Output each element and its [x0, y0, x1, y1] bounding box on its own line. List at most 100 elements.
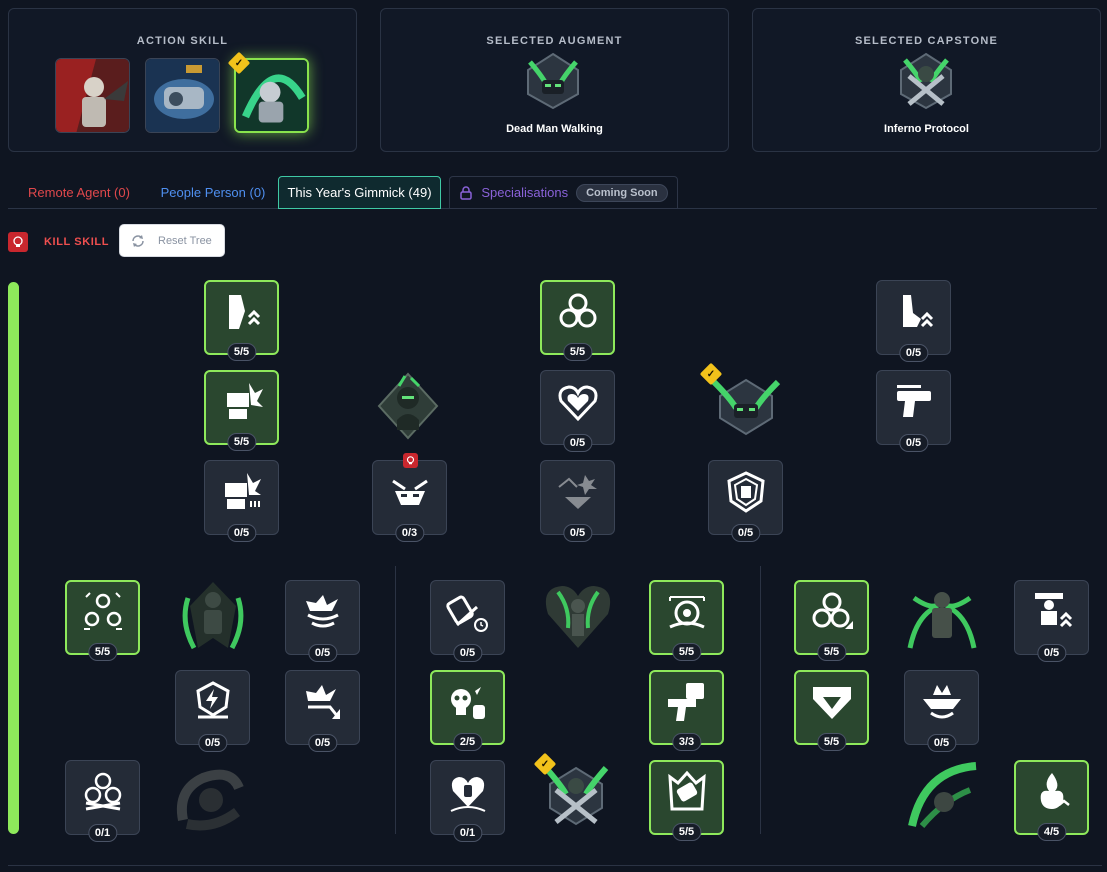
skill-node-flame-upgrade[interactable]: 4/5 [1014, 760, 1089, 841]
skill-node-burst-arrow[interactable]: 0/5 [285, 670, 360, 752]
skill-node-boot-upgrade[interactable]: 0/5 [876, 280, 951, 362]
masked-face-icon [391, 479, 428, 505]
reset-tree-button[interactable]: Reset Tree [119, 224, 225, 257]
skill-node-fist-badge[interactable]: 0/5 [708, 460, 783, 542]
skill-node-biohazard-skull[interactable]: 0/1 [65, 760, 140, 842]
heart-shield-icon [558, 385, 597, 421]
grenade-crown-icon [667, 770, 706, 811]
skill-node-pistol-fist[interactable]: 3/3 [649, 670, 724, 751]
tree-bottom-divider [8, 865, 1102, 866]
tab-people-person[interactable]: People Person (0) [148, 176, 278, 209]
skill-points: 5/5 [816, 733, 847, 751]
arm-upgrade-icon [228, 294, 260, 329]
branch-divider-right [760, 566, 761, 834]
figure-emblem-right-icon[interactable] [904, 578, 980, 654]
swirl-emblem-icon[interactable] [173, 760, 249, 832]
coming-soon-badge: Coming Soon [576, 183, 668, 202]
fist-badge-icon [726, 470, 765, 513]
slash-emblem-icon[interactable] [904, 760, 980, 832]
tab-specialisations[interactable]: Specialisations Coming Soon [449, 176, 678, 209]
skill-node-fist-ammo[interactable]: 0/5 [204, 460, 279, 542]
kill-skill-badge [402, 453, 418, 468]
skill-node-fist-impact[interactable]: 5/5 [204, 370, 279, 451]
burst-swirl-icon [305, 594, 339, 628]
head-emblem-icon[interactable] [375, 370, 441, 440]
skill-points: 0/3 [394, 524, 425, 542]
fist-ammo-icon [224, 472, 261, 509]
skill-node-explosion-chevron[interactable]: 0/5 [540, 460, 615, 542]
tab-remote-agent[interactable]: Remote Agent (0) [14, 176, 144, 209]
skill-points: 0/5 [562, 524, 593, 542]
flame-upgrade-icon [1040, 772, 1070, 809]
skill-node-arm-upgrade[interactable]: 5/5 [204, 280, 279, 361]
skill-node-masked-face[interactable]: 0/3 [372, 453, 447, 542]
skill-node-figure-upgrade[interactable]: 0/5 [1014, 580, 1089, 662]
skill-node-heart-shield[interactable]: 0/5 [540, 370, 615, 452]
crown-wings-icon [922, 684, 961, 719]
grenade-timer-icon [445, 595, 488, 632]
capstone-title: SELECTED CAPSTONE [854, 35, 999, 47]
skill-points: 0/5 [898, 344, 929, 362]
skill-points: 0/1 [452, 824, 483, 842]
skill-node-skull-grenade[interactable]: 2/5 [430, 670, 505, 751]
skill-node-grenade-crown[interactable]: 5/5 [649, 760, 724, 841]
branch-divider-left [395, 566, 396, 834]
skill-points: 5/5 [671, 643, 702, 661]
skill-node-triple-biohazard[interactable]: 5/5 [65, 580, 140, 661]
skill-points: 0/5 [226, 524, 257, 542]
skill-points: 0/5 [307, 734, 338, 752]
reset-tree-label: Reset Tree [158, 234, 212, 247]
skill-node-heart-bottle[interactable]: 0/1 [430, 760, 505, 842]
action-skill-blue[interactable] [145, 58, 220, 133]
skill-points: 0/5 [452, 644, 483, 662]
chevron-shield-icon [812, 686, 851, 719]
pistol-icon [896, 384, 931, 417]
skill-node-biohazard-arrow[interactable]: 5/5 [794, 580, 869, 661]
tab-gimmick-label: This Year's Gimmick (49) [287, 185, 432, 200]
tab-this-years-gimmick[interactable]: This Year's Gimmick (49) [278, 176, 441, 209]
tab-remote-agent-label: Remote Agent (0) [28, 185, 130, 200]
skill-node-grenade-timer[interactable]: 0/5 [430, 580, 505, 662]
figure-emblem-mid-icon[interactable] [540, 578, 616, 654]
skill-node-chevron-shield[interactable]: 5/5 [794, 670, 869, 751]
augment-emblem-tree-icon[interactable] [708, 372, 784, 442]
burst-arrow-icon [305, 684, 340, 719]
skill-node-crown-wings[interactable]: 0/5 [904, 670, 979, 752]
skill-points: 5/5 [87, 643, 118, 661]
augment-emblem-icon[interactable] [522, 50, 584, 112]
mine-icon [668, 595, 705, 629]
tree-progress-rail [8, 282, 19, 834]
explosion-chevron-icon [557, 474, 597, 509]
figure-emblem-left-icon[interactable] [176, 578, 250, 654]
skill-node-mine[interactable]: 5/5 [649, 580, 724, 661]
action-skill-red[interactable] [55, 58, 130, 133]
skill-points: 5/5 [562, 343, 593, 361]
kill-skill-icon [8, 232, 28, 252]
skill-points: 0/5 [562, 434, 593, 452]
capstone-emblem-icon[interactable] [895, 50, 957, 112]
skill-node-lightning-shield[interactable]: 0/5 [175, 670, 250, 752]
biohazard-arrow-icon [812, 592, 853, 629]
action-skill-title: ACTION SKILL [136, 35, 229, 47]
augment-name: Dead Man Walking [506, 123, 603, 135]
skill-points: 0/5 [197, 734, 228, 752]
skill-node-biohazard[interactable]: 5/5 [540, 280, 615, 361]
selected-check-badge: ✓ [227, 51, 251, 75]
skill-points: 0/5 [926, 734, 957, 752]
capstone-name: Inferno Protocol [884, 123, 969, 135]
skull-grenade-icon [450, 682, 485, 719]
lightning-shield-icon [195, 680, 230, 719]
biohazard-skull-icon [84, 772, 121, 811]
refresh-icon [132, 234, 144, 247]
figure-upgrade-icon [1034, 592, 1072, 627]
skill-points: 5/5 [226, 433, 257, 451]
skill-points: 0/5 [1036, 644, 1067, 662]
tab-specialisations-label: Specialisations [481, 185, 569, 200]
kill-skill-label: KILL SKILL [44, 236, 110, 248]
skill-node-pistol[interactable]: 0/5 [876, 370, 951, 452]
selected-augment-badge: ✓ [699, 362, 723, 386]
skill-points: 0/5 [307, 644, 338, 662]
skill-points: 0/5 [898, 434, 929, 452]
selected-capstone-badge: ✓ [533, 752, 557, 776]
skill-node-burst-swirl[interactable]: 0/5 [285, 580, 360, 662]
